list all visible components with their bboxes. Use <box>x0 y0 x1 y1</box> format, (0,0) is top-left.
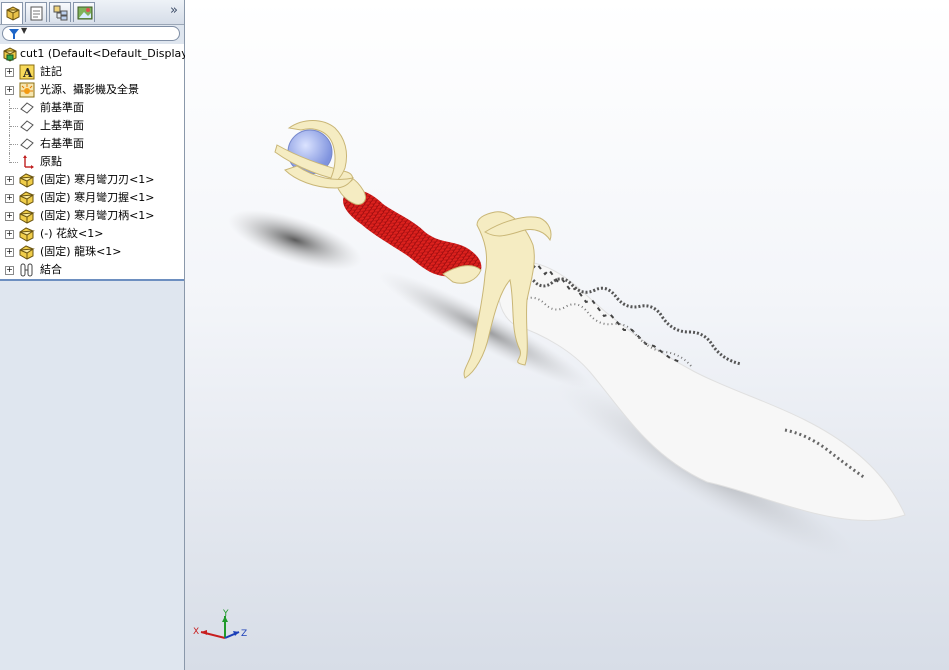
model-shadow <box>228 209 853 559</box>
tree-item-blade[interactable]: + (固定) 寒月彎刀刃<1> <box>0 171 184 189</box>
mates-icon <box>20 263 33 277</box>
filter-dropdown-icon[interactable]: ▼ <box>21 26 27 35</box>
plane-icon <box>20 102 34 114</box>
tree-item-label: (-) 花紋<1> <box>40 227 104 240</box>
expand-icon[interactable]: + <box>5 248 14 257</box>
configurationmanager-tab[interactable] <box>49 2 71 22</box>
tree-item-handle[interactable]: + (固定) 寒月彎刀柄<1> <box>0 207 184 225</box>
tree-item-pattern[interactable]: + (-) 花紋<1> <box>0 225 184 243</box>
tree-item-label: 光源、攝影機及全景 <box>40 83 139 96</box>
part-icon <box>19 227 35 242</box>
part-icon <box>19 173 35 188</box>
axis-x-label: X <box>193 627 199 637</box>
expand-icon[interactable]: + <box>5 176 14 185</box>
tree-item-annotations[interactable]: + A 註記 <box>0 63 184 81</box>
tree-item-label: 前基準面 <box>40 101 84 114</box>
tree-item-label: (固定) 龍珠<1> <box>40 245 122 258</box>
plane-icon <box>20 120 34 132</box>
expand-icon[interactable]: + <box>5 86 14 95</box>
axis-triad: X Y Z <box>193 609 247 639</box>
tree-item-label: 註記 <box>40 65 62 78</box>
part-icon <box>19 245 35 260</box>
panel-divider <box>0 279 184 281</box>
svg-text:A: A <box>22 66 33 80</box>
tree-item-label: 結合 <box>40 263 62 276</box>
model-view[interactable]: X Y Z <box>185 0 949 670</box>
tree-item-front-plane[interactable]: 前基準面 <box>0 99 184 117</box>
grip-part[interactable] <box>334 173 482 284</box>
tree-item-label: 上基準面 <box>40 119 84 132</box>
panel-expand-icon[interactable]: » <box>170 3 178 18</box>
assembly-icon <box>3 47 17 62</box>
annotation-icon: A <box>19 64 35 80</box>
tree-item-label: 右基準面 <box>40 137 84 150</box>
axis-y-label: Y <box>222 609 229 619</box>
tree-item-lights[interactable]: + 光源、攝影機及全景 <box>0 81 184 99</box>
plane-icon <box>20 138 34 150</box>
tree-root[interactable]: cut1 (Default<Default_Display St <box>0 45 203 63</box>
dragon-orb-part[interactable] <box>274 120 355 189</box>
filter-icon <box>9 29 19 39</box>
property-icon <box>30 6 43 21</box>
configuration-icon <box>53 5 68 21</box>
display-icon <box>77 6 93 20</box>
display-manager-tab[interactable] <box>73 2 95 22</box>
tree-item-grip[interactable]: + (固定) 寒月彎刀握<1> <box>0 189 184 207</box>
expand-icon[interactable]: + <box>5 68 14 77</box>
tree-root-label: cut1 (Default<Default_Display St <box>20 47 203 60</box>
lights-icon <box>19 82 35 98</box>
feature-manager-panel: » ▼ cut1 (Default<Default_Display St + A… <box>0 0 203 670</box>
tree-item-label: 原點 <box>40 155 62 168</box>
feature-tree-icon <box>6 6 20 21</box>
axis-z-label: Z <box>241 629 247 639</box>
part-icon <box>19 191 35 206</box>
tree-item-label: (固定) 寒月彎刀刃<1> <box>40 173 155 186</box>
expand-icon[interactable]: + <box>5 194 14 203</box>
graphics-viewport[interactable]: X Y Z <box>185 0 949 670</box>
feature-tree: cut1 (Default<Default_Display St + A 註記 … <box>0 44 203 280</box>
panel-tabs: » <box>0 0 184 25</box>
tree-item-label: (固定) 寒月彎刀柄<1> <box>40 209 155 222</box>
tree-item-label: (固定) 寒月彎刀握<1> <box>40 191 155 204</box>
part-icon <box>19 209 35 224</box>
tree-item-right-plane[interactable]: 右基準面 <box>0 135 184 153</box>
tree-item-dragon-orb[interactable]: + (固定) 龍珠<1> <box>0 243 184 261</box>
origin-icon <box>23 155 34 169</box>
expand-icon[interactable]: + <box>5 212 14 221</box>
propertymanager-tab[interactable] <box>25 2 47 22</box>
tree-item-mates[interactable]: + 結合 <box>0 261 184 279</box>
expand-icon[interactable]: + <box>5 266 14 275</box>
tree-item-origin[interactable]: 原點 <box>0 153 184 171</box>
tree-filter[interactable]: ▼ <box>2 26 180 41</box>
expand-icon[interactable]: + <box>5 230 14 239</box>
tree-item-top-plane[interactable]: 上基準面 <box>0 117 184 135</box>
featuremanager-tab[interactable] <box>1 2 23 24</box>
